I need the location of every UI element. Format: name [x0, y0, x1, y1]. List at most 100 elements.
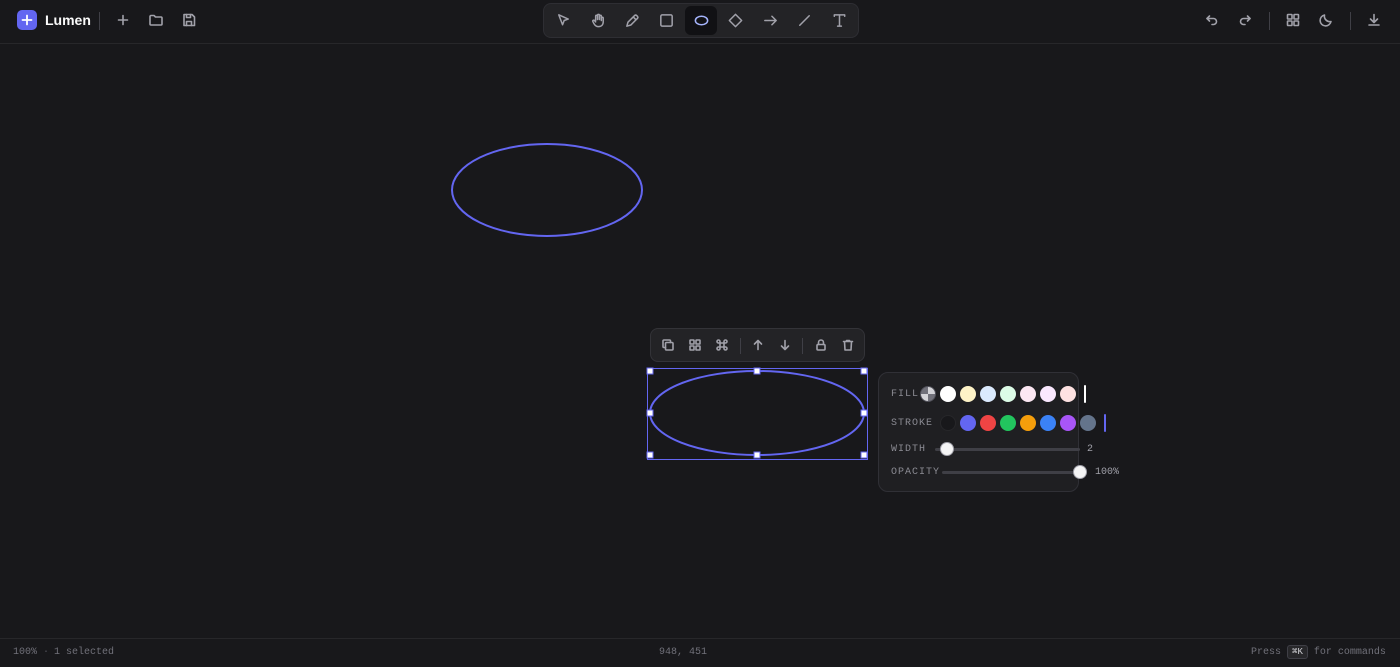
tool-line[interactable] — [788, 6, 820, 35]
fill-swatch-yellow[interactable] — [960, 386, 976, 402]
divider — [1350, 12, 1351, 30]
width-value: 2 — [1087, 444, 1094, 455]
stroke-swatch-amber[interactable] — [1020, 415, 1036, 431]
undo-button[interactable] — [1198, 6, 1226, 34]
divider — [740, 338, 741, 354]
send-backward-button[interactable] — [773, 333, 797, 357]
stroke-swatch-red[interactable] — [980, 415, 996, 431]
duplicate-icon — [662, 339, 674, 351]
stroke-swatch-black[interactable] — [940, 415, 956, 431]
hand-icon — [591, 13, 604, 28]
line-icon — [798, 15, 810, 26]
stroke-label: STROKE — [891, 418, 934, 429]
tool-pen[interactable] — [616, 6, 648, 35]
app-name: Lumen — [45, 12, 91, 28]
opacity-slider-track[interactable] — [942, 471, 1080, 474]
fill-swatch-transparent[interactable] — [920, 386, 936, 402]
save-button[interactable] — [175, 6, 203, 34]
opacity-slider-thumb[interactable] — [1073, 465, 1087, 479]
command-hint: Press ⌘K for commands — [1251, 645, 1386, 659]
lock-button[interactable] — [809, 333, 833, 357]
resize-handle-w[interactable] — [646, 409, 654, 417]
plus-icon — [117, 14, 129, 26]
resize-handle-ne[interactable] — [860, 367, 868, 375]
hint-suffix: for commands — [1313, 647, 1386, 658]
style-panel: FILL STROKE WIDTH 2 OPACITY 100% — [878, 372, 1119, 492]
width-label: WIDTH — [891, 444, 927, 455]
lock-icon — [816, 339, 826, 351]
resize-handle-e[interactable] — [860, 409, 868, 417]
resize-handle-se[interactable] — [860, 451, 868, 459]
tool-diamond[interactable] — [719, 6, 751, 35]
zoom-level[interactable]: 100% — [13, 647, 37, 658]
fill-swatch-lavender[interactable] — [1040, 386, 1056, 402]
save-icon — [183, 13, 196, 27]
group-icon — [689, 339, 701, 351]
moon-icon — [1319, 14, 1332, 27]
tool-text[interactable] — [823, 6, 855, 35]
ellipse-icon — [694, 15, 708, 26]
resize-handle-nw[interactable] — [646, 367, 654, 375]
tool-hand[interactable] — [582, 6, 614, 35]
width-slider-track[interactable] — [935, 448, 1080, 451]
tool-rectangle[interactable] — [650, 6, 682, 35]
redo-button[interactable] — [1231, 6, 1259, 34]
status-bar: 100% · 1 selected 948, 451 Press ⌘K for … — [0, 638, 1400, 667]
resize-handle-sw[interactable] — [646, 451, 654, 459]
grid-toggle-button[interactable] — [1279, 6, 1307, 34]
new-button[interactable] — [109, 6, 137, 34]
fill-swatch-pink[interactable] — [1020, 386, 1036, 402]
fill-swatch-blue[interactable] — [980, 386, 996, 402]
fill-swatch-white[interactable] — [940, 386, 956, 402]
delete-button[interactable] — [836, 333, 860, 357]
tool-ellipse[interactable] — [685, 6, 717, 35]
opacity-value: 100% — [1095, 467, 1120, 478]
download-icon — [1368, 13, 1380, 26]
status-separator: · — [43, 647, 50, 658]
selection-count: 1 selected — [54, 647, 115, 658]
stroke-swatch-purple[interactable] — [1060, 415, 1076, 431]
cursor-coordinates: 948, 451 — [659, 647, 708, 658]
square-icon — [659, 14, 673, 27]
fill-swatch-green[interactable] — [1000, 386, 1016, 402]
top-bar: Lumen — [0, 0, 1400, 44]
command-icon — [716, 339, 728, 351]
tool-arrow[interactable] — [754, 6, 786, 35]
arrow-right-icon — [763, 15, 777, 26]
selection-toolbar — [650, 328, 865, 362]
bring-forward-button[interactable] — [746, 333, 770, 357]
width-slider-thumb[interactable] — [940, 442, 954, 456]
arrow-down-icon — [780, 339, 790, 351]
fill-label: FILL — [891, 389, 920, 400]
tool-select[interactable] — [547, 6, 579, 35]
divider — [99, 12, 100, 30]
theme-toggle-button[interactable] — [1312, 6, 1340, 34]
grid-icon — [1286, 13, 1300, 27]
pen-icon — [625, 14, 639, 27]
arrow-up-icon — [753, 339, 763, 351]
duplicate-button[interactable] — [656, 333, 680, 357]
command-shortcut-key: ⌘K — [1287, 645, 1308, 659]
divider — [1269, 12, 1270, 30]
export-button[interactable] — [1360, 6, 1388, 34]
stroke-swatch-green[interactable] — [1000, 415, 1016, 431]
group-button[interactable] — [683, 333, 707, 357]
command-button[interactable] — [710, 333, 734, 357]
trash-icon — [842, 339, 854, 351]
cursor-arrow-icon — [557, 14, 569, 26]
stroke-swatch-indigo[interactable] — [960, 415, 976, 431]
resize-handle-s[interactable] — [753, 451, 761, 459]
opacity-label: OPACITY — [891, 467, 941, 478]
open-button[interactable] — [142, 6, 170, 34]
text-icon — [833, 14, 845, 27]
brand[interactable]: Lumen — [17, 10, 91, 30]
drawing-toolbar — [543, 3, 859, 38]
fill-swatch-rose[interactable] — [1060, 386, 1076, 402]
stroke-swatch-blue[interactable] — [1040, 415, 1056, 431]
resize-handle-n[interactable] — [753, 367, 761, 375]
stroke-swatch-slate[interactable] — [1080, 415, 1096, 431]
stroke-current-color-indicator — [1104, 414, 1106, 432]
divider — [802, 338, 803, 354]
diamond-icon — [728, 13, 742, 28]
hint-prefix: Press — [1251, 647, 1282, 658]
